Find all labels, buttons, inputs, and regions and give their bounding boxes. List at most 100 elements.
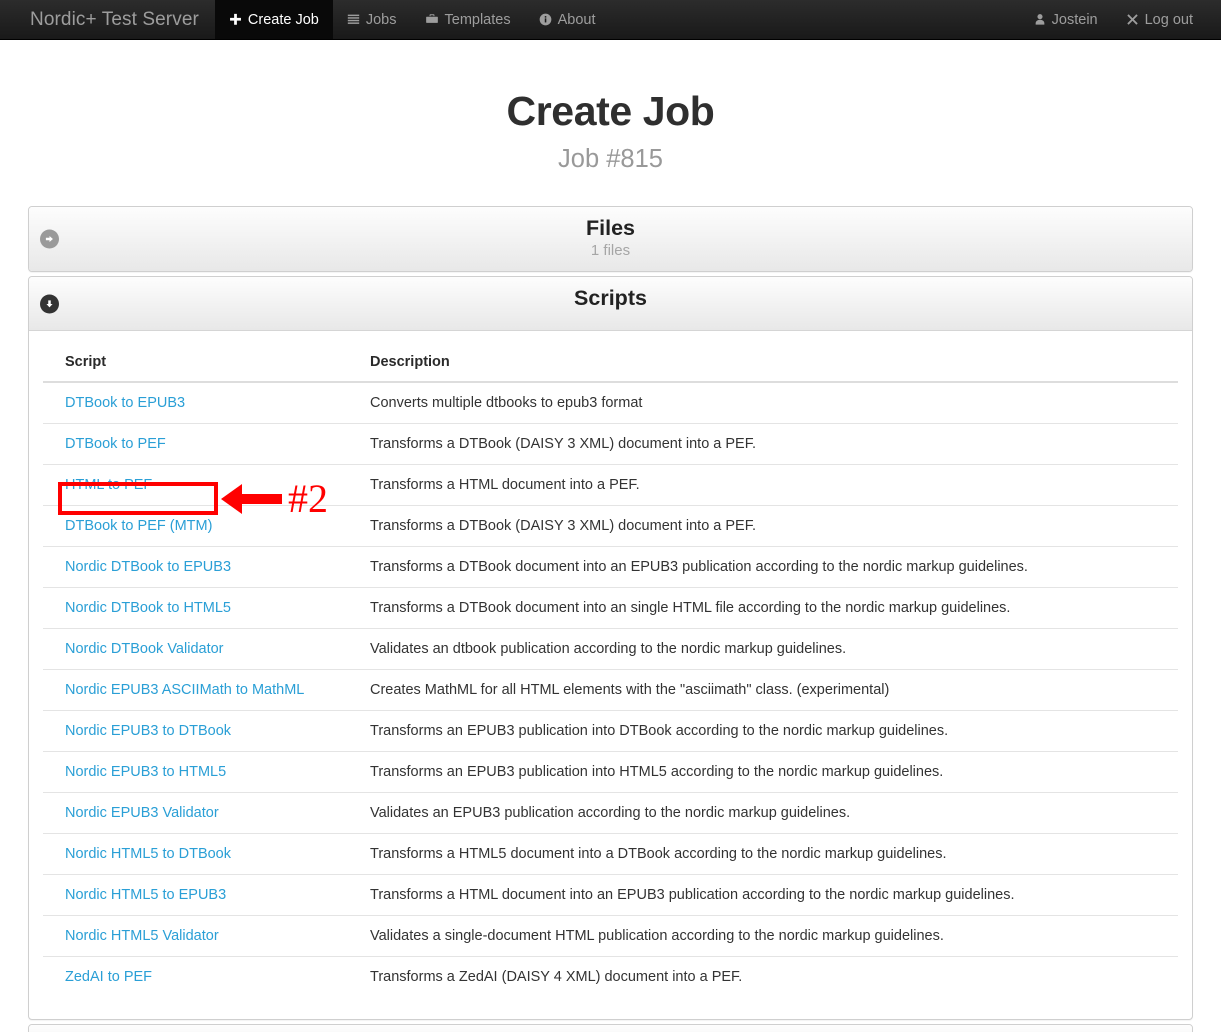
cell-script: Nordic DTBook to EPUB3	[43, 546, 348, 588]
panel-files: Files 1 files	[28, 206, 1193, 273]
table-row: DTBook to PEF (MTM) Transforms a DTBook (…	[43, 505, 1178, 547]
nav-item-create-job[interactable]: Create Job	[214, 0, 333, 39]
cell-script: Nordic EPUB3 to DTBook	[43, 710, 348, 752]
table-row: Nordic EPUB3 Validator Validates an EPUB3…	[43, 792, 1178, 834]
table-row: HTML to PEF Transforms a HTML document in…	[43, 464, 1178, 506]
cell-description: Transforms a DTBook document into an sin…	[348, 587, 1178, 629]
script-link[interactable]: Nordic EPUB3 to HTML5	[65, 764, 226, 780]
cell-description: Transforms a ZedAI (DAISY 4 XML) documen…	[348, 956, 1178, 998]
cell-script: Nordic DTBook Validator	[43, 628, 348, 670]
panel-options: Options	[28, 1024, 1193, 1032]
cell-description: Transforms an EPUB3 publication into DTB…	[348, 710, 1178, 752]
script-link[interactable]: Nordic EPUB3 Validator	[65, 805, 219, 821]
script-link[interactable]: HTML to PEF	[65, 477, 152, 493]
panel-scripts: Scripts Script Description DTBook to EPU…	[28, 276, 1193, 1021]
info-circle-icon	[539, 13, 552, 26]
nav-label-logout: Log out	[1144, 11, 1193, 28]
cell-description: Validates an EPUB3 publication according…	[348, 792, 1178, 834]
script-link[interactable]: Nordic HTML5 to EPUB3	[65, 887, 226, 903]
times-icon	[1126, 13, 1139, 26]
nav-item-templates[interactable]: Templates	[411, 0, 525, 39]
cell-description: Converts multiple dtbooks to epub3 forma…	[370, 395, 643, 412]
list-icon	[347, 13, 360, 26]
main-nav: Create Job Jobs Templates About	[214, 0, 610, 39]
briefcase-icon	[425, 13, 439, 26]
column-header-script: Script	[43, 345, 348, 384]
cell-script: DTBook to EPUB3	[43, 382, 348, 424]
script-link[interactable]: DTBook to PEF	[65, 436, 166, 452]
nav-label-templates: Templates	[444, 11, 511, 28]
panel-scripts-title: Scripts	[574, 286, 647, 311]
panel-files-title: Files	[586, 216, 635, 240]
nav-label-about: About	[557, 11, 596, 28]
table-row: Nordic HTML5 Validator Validates a single…	[43, 915, 1178, 957]
script-link[interactable]: Nordic EPUB3 ASCIIMath to MathML	[65, 682, 304, 698]
cell-script: Nordic HTML5 to EPUB3	[43, 874, 348, 916]
scripts-table-body: DTBook to EPUB3 Converts multiple dtbooks…	[43, 382, 1178, 998]
script-link[interactable]: Nordic HTML5 to DTBook	[65, 846, 231, 862]
cell-description: Transforms a DTBook (DAISY 3 XML) docume…	[348, 423, 1178, 465]
cell-description: Transforms an EPUB3 publication into HTM…	[348, 751, 1178, 793]
cell-script: Nordic DTBook to HTML5	[43, 587, 348, 629]
page-header: Create Job Job #815	[0, 40, 1221, 174]
arrow-circle-right-icon[interactable]	[40, 229, 59, 249]
arrow-circle-down-icon[interactable]	[40, 294, 59, 314]
top-navbar: Nordic+ Test Server Create Job Jobs Temp…	[0, 0, 1221, 40]
nav-item-user[interactable]: Jostein	[1020, 0, 1112, 39]
panel-files-count: 1 files	[590, 242, 631, 260]
cell-script: ZedAI to PEF	[43, 956, 348, 998]
plus-icon	[229, 13, 242, 26]
user-nav: Jostein Log out	[1020, 0, 1221, 39]
table-header-row: Script Description	[43, 345, 1178, 384]
script-link[interactable]: Nordic DTBook to EPUB3	[65, 559, 231, 575]
scripts-table: Script Description DTBook to EPUB3 Conver…	[43, 345, 1178, 998]
table-row: DTBook to PEF Transforms a DTBook (DAISY …	[43, 423, 1178, 465]
cell-script: Nordic EPUB3 ASCIIMath to MathML	[43, 669, 348, 711]
script-link[interactable]: Nordic DTBook to HTML5	[65, 600, 231, 616]
cell-description: Validates a single-document HTML publica…	[348, 915, 1178, 957]
cell-script: Nordic EPUB3 to HTML5	[43, 751, 348, 793]
cell-description: Transforms a DTBook document into an EPU…	[348, 546, 1178, 588]
table-row: Nordic DTBook Validator Validates an dtbo…	[43, 628, 1178, 670]
script-link[interactable]: Nordic HTML5 Validator	[65, 928, 219, 944]
table-row: ZedAI to PEF Transforms a ZedAI (DAISY 4 …	[43, 956, 1178, 998]
nav-label-jobs: Jobs	[365, 11, 397, 28]
cell-script: Nordic EPUB3 Validator	[43, 792, 348, 834]
cell-description: Transforms a HTML document into an EPUB3…	[348, 874, 1178, 916]
cell-script: HTML to PEF	[43, 464, 348, 506]
script-link[interactable]: Nordic EPUB3 to DTBook	[65, 723, 231, 739]
table-row: Nordic DTBook to HTML5 Transforms a DTBoo…	[43, 587, 1178, 629]
nav-item-logout[interactable]: Log out	[1112, 0, 1207, 39]
user-icon	[1034, 13, 1046, 26]
panel-scripts-header[interactable]: Scripts	[29, 277, 1192, 332]
script-link[interactable]: DTBook to PEF (MTM)	[65, 518, 212, 534]
page-wrapper: Nordic+ Test Server Create Job Jobs Temp…	[0, 0, 1221, 1032]
nav-item-about[interactable]: About	[525, 0, 610, 39]
table-row: Nordic EPUB3 to HTML5 Transforms an EPUB3…	[43, 751, 1178, 793]
panel-files-header[interactable]: Files 1 files	[29, 207, 1192, 272]
table-row: Nordic HTML5 to EPUB3 Transforms a HTML d…	[43, 874, 1178, 916]
panels-container: Files 1 files Scripts Script Description	[28, 174, 1193, 1032]
cell-script: Nordic HTML5 Validator	[43, 915, 348, 957]
nav-item-jobs[interactable]: Jobs	[333, 0, 411, 39]
table-row: Nordic HTML5 to DTBook Transforms a HTML5…	[43, 833, 1178, 875]
table-row: Nordic DTBook to EPUB3 Transforms a DTBoo…	[43, 546, 1178, 588]
cell-description: Transforms a HTML document into a PEF.	[348, 464, 1178, 506]
nav-label-user: Jostein	[1051, 11, 1098, 28]
panel-options-header[interactable]: Options	[29, 1025, 1192, 1032]
table-row: DTBook to EPUB3 Converts multiple dtbooks…	[43, 382, 1178, 424]
cell-script: Nordic HTML5 to DTBook	[43, 833, 348, 875]
script-link[interactable]: DTBook to EPUB3	[65, 395, 185, 411]
brand-link[interactable]: Nordic+ Test Server	[0, 0, 215, 39]
script-link[interactable]: Nordic DTBook Validator	[65, 641, 224, 657]
table-row: Nordic EPUB3 to DTBook Transforms an EPUB…	[43, 710, 1178, 752]
scripts-table-head: Script Description	[43, 345, 1178, 384]
table-row: Nordic EPUB3 ASCIIMath to MathML Creates …	[43, 669, 1178, 711]
script-link[interactable]: ZedAI to PEF	[65, 969, 152, 985]
page-subtitle: Job #815	[558, 145, 663, 173]
nav-label-create-job: Create Job	[247, 11, 319, 28]
cell-script: DTBook to PEF	[43, 423, 348, 465]
cell-description: Creates MathML for all HTML elements wit…	[348, 669, 1178, 711]
page-title: Create Job	[506, 88, 715, 134]
cell-script: DTBook to PEF (MTM)	[43, 505, 348, 547]
